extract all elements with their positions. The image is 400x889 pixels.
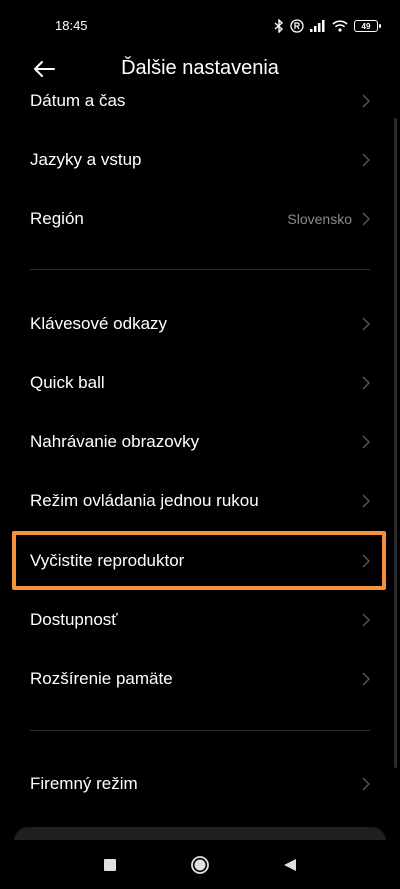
status-icons: 49 bbox=[274, 16, 381, 36]
item-region[interactable]: Región Slovensko bbox=[0, 190, 400, 248]
triangle-icon bbox=[284, 859, 296, 871]
item-value: Slovensko bbox=[287, 211, 352, 227]
item-label: Dostupnosť bbox=[30, 610, 118, 629]
chevron-right-icon bbox=[362, 212, 370, 226]
item-label: Firemný režim bbox=[30, 774, 138, 793]
wifi-icon bbox=[332, 20, 348, 32]
signal-icon bbox=[310, 20, 325, 32]
item-label: Quick ball bbox=[30, 373, 105, 392]
section-divider bbox=[30, 269, 370, 270]
chevron-right-icon bbox=[362, 376, 370, 390]
chevron-right-icon bbox=[362, 777, 370, 791]
battery-level: 49 bbox=[361, 21, 371, 31]
item-label: Režim ovládania jednou rukou bbox=[30, 491, 259, 510]
back-nav-button[interactable] bbox=[280, 855, 300, 875]
chevron-right-icon bbox=[362, 672, 370, 686]
page-title: Ďalšie nastavenia bbox=[121, 57, 279, 79]
item-label: Región bbox=[30, 209, 84, 228]
chevron-right-icon bbox=[362, 94, 370, 108]
item-label: Rozšírenie pamäte bbox=[30, 669, 173, 688]
battery-icon: 49 bbox=[354, 20, 381, 32]
chevron-right-icon bbox=[362, 317, 370, 331]
item-label: Klávesové odkazy bbox=[30, 314, 168, 333]
item-one-handed-mode[interactable]: Režim ovládania jednou rukou bbox=[0, 472, 400, 530]
item-label: Nahrávanie obrazovky bbox=[30, 432, 200, 451]
home-button[interactable] bbox=[190, 855, 210, 875]
item-accessibility[interactable]: Dostupnosť bbox=[0, 591, 400, 649]
settings-list: Dátum a čas Jazyky a vstup Región Sloven… bbox=[0, 80, 400, 828]
bluetooth-icon bbox=[274, 19, 284, 33]
chevron-right-icon bbox=[362, 435, 370, 449]
section-divider bbox=[30, 730, 370, 731]
chevron-right-icon bbox=[362, 153, 370, 167]
chevron-right-icon bbox=[362, 613, 370, 627]
square-icon bbox=[104, 859, 116, 871]
item-date-time[interactable]: Dátum a čas bbox=[0, 80, 400, 130]
navigation-bar bbox=[0, 840, 400, 889]
item-screen-recording[interactable]: Nahrávanie obrazovky bbox=[0, 413, 400, 471]
chevron-right-icon bbox=[362, 494, 370, 508]
item-memory-extension[interactable]: Rozšírenie pamäte bbox=[0, 650, 400, 708]
item-label: Jazyky a vstup bbox=[30, 150, 142, 169]
recents-button[interactable] bbox=[100, 855, 120, 875]
item-label: Dátum a čas bbox=[30, 91, 126, 110]
item-languages[interactable]: Jazyky a vstup bbox=[0, 131, 400, 189]
registered-icon bbox=[290, 19, 304, 33]
item-work-mode[interactable]: Firemný režim bbox=[0, 755, 400, 813]
circle-icon bbox=[191, 856, 209, 874]
highlight-box bbox=[12, 531, 386, 590]
item-keyboard-shortcuts[interactable]: Klávesové odkazy bbox=[0, 295, 400, 353]
scrollbar[interactable] bbox=[394, 118, 397, 768]
item-quick-ball[interactable]: Quick ball bbox=[0, 354, 400, 412]
status-time: 18:45 bbox=[55, 18, 88, 33]
